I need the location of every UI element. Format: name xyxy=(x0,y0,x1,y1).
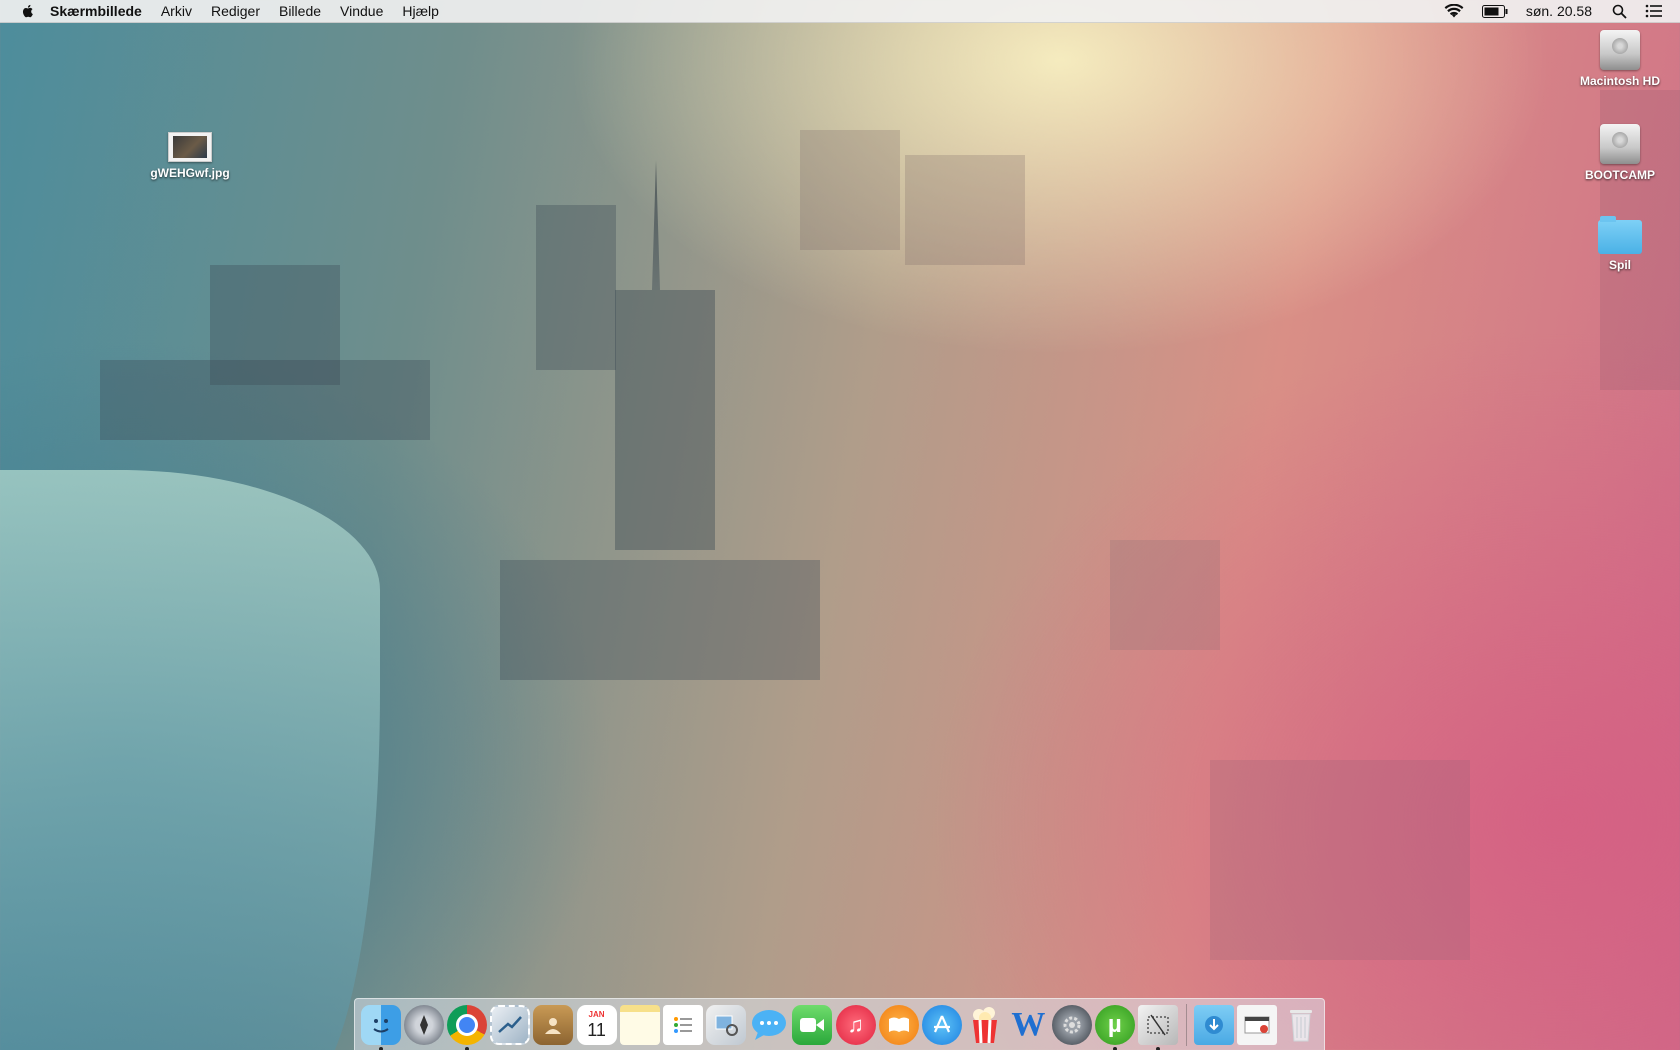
itunes-icon[interactable]: ♫ xyxy=(835,1004,876,1045)
hard-drive-icon xyxy=(1600,124,1640,164)
notification-center-icon[interactable] xyxy=(1645,4,1662,18)
calendar-icon[interactable]: JAN 11 xyxy=(576,1004,617,1045)
reminders-icon[interactable] xyxy=(662,1004,703,1045)
hard-drive-icon xyxy=(1600,30,1640,70)
menu-vindue[interactable]: Vindue xyxy=(340,3,383,19)
screenshot-utility-icon[interactable] xyxy=(1137,1004,1178,1050)
active-app-name[interactable]: Skærmbillede xyxy=(50,3,142,19)
folder-icon xyxy=(1598,216,1642,254)
downloads-stack-icon[interactable] xyxy=(1194,1004,1235,1045)
spotlight-icon[interactable] xyxy=(1612,4,1627,19)
recent-documents-stack-icon[interactable] xyxy=(1237,1004,1278,1045)
battery-icon[interactable] xyxy=(1481,4,1508,18)
menu-billede[interactable]: Billede xyxy=(279,3,321,19)
desktop-file-jpg[interactable]: gWEHGwf.jpg xyxy=(135,132,245,180)
contacts-icon[interactable] xyxy=(533,1004,574,1045)
menu-hjaelp[interactable]: Hjælp xyxy=(402,3,439,19)
trash-icon[interactable] xyxy=(1281,1005,1321,1045)
folder-label: Spil xyxy=(1608,258,1631,272)
desktop-file-label: gWEHGwf.jpg xyxy=(150,166,230,180)
desktop-wallpaper xyxy=(0,0,1680,1050)
menubar-clock[interactable]: søn. 20.58 xyxy=(1526,3,1592,19)
menu-arkiv[interactable]: Arkiv xyxy=(161,3,192,19)
word-icon[interactable]: W xyxy=(1008,1005,1048,1045)
ibooks-icon[interactable] xyxy=(878,1004,919,1045)
calendar-day: 11 xyxy=(587,1019,606,1040)
launchpad-icon[interactable] xyxy=(403,1004,444,1045)
apple-icon[interactable] xyxy=(20,3,36,19)
dock-separator xyxy=(1185,1003,1187,1046)
desktop-drive-macintosh-hd[interactable]: Macintosh HD xyxy=(1565,30,1675,88)
dock: JAN 11 ♫ W µ xyxy=(354,998,1325,1050)
desktop-drive-bootcamp[interactable]: BOOTCAMP xyxy=(1565,124,1675,182)
notes-icon[interactable] xyxy=(619,1004,660,1045)
menu-rediger[interactable]: Rediger xyxy=(211,3,260,19)
calendar-month: JAN xyxy=(588,1009,605,1019)
drive-label: Macintosh HD xyxy=(1579,74,1660,88)
facetime-icon[interactable] xyxy=(792,1004,833,1045)
app-store-icon[interactable] xyxy=(922,1004,963,1045)
menu-bar: Skærmbillede Arkiv Rediger Billede Vindu… xyxy=(0,0,1680,23)
menu-extras: søn. 20.58 xyxy=(1444,3,1680,19)
messages-icon[interactable] xyxy=(749,1005,789,1045)
system-preferences-icon[interactable] xyxy=(1051,1004,1092,1045)
mail-stamp-icon[interactable] xyxy=(490,1004,531,1045)
desktop-folder-spil[interactable]: Spil xyxy=(1565,216,1675,272)
popcorn-time-icon[interactable] xyxy=(965,1005,1005,1045)
image-thumbnail-icon xyxy=(168,132,212,162)
drive-label: BOOTCAMP xyxy=(1585,168,1655,182)
utorrent-icon[interactable]: µ xyxy=(1094,1004,1135,1050)
chrome-icon[interactable] xyxy=(446,1004,487,1050)
preview-icon[interactable] xyxy=(706,1004,747,1045)
finder-icon[interactable] xyxy=(360,1004,401,1050)
wifi-icon[interactable] xyxy=(1444,3,1464,19)
